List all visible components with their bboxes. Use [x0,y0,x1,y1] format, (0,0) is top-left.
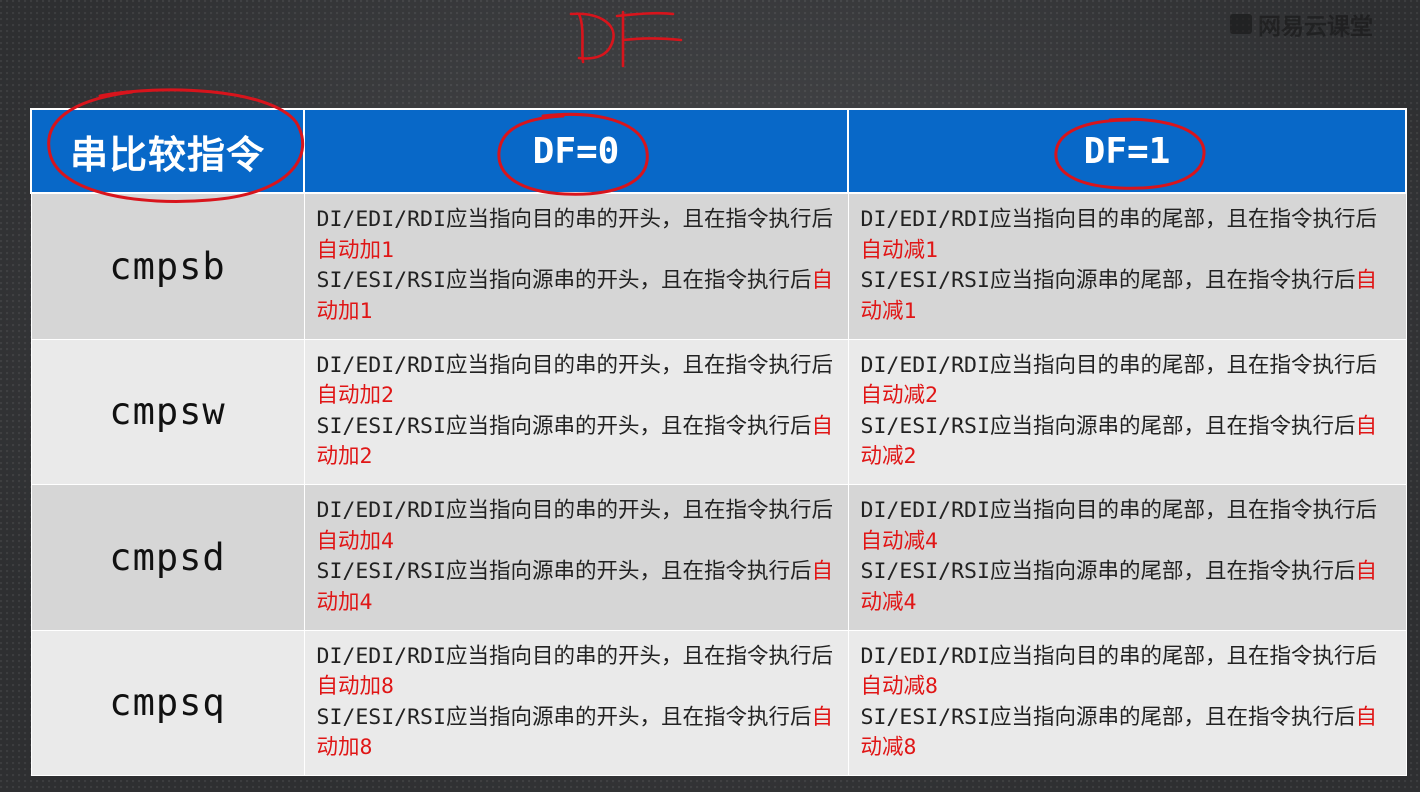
si-text: SI/ESI/RSI应当指向源串的开头，且在指令执行后 [316,413,812,439]
si-text: SI/ESI/RSI应当指向源串的开头，且在指令执行后 [316,268,812,294]
string-compare-table: 串比较指令 DF=0 DF=1 cmpsb DI/EDI/RDI应当指向目的串的… [30,108,1407,776]
watermark: 网易云课堂 [1230,8,1420,40]
di-action: 自动减8 [860,674,938,700]
handwritten-df-annotation: DF [569,10,683,68]
si-text: SI/ESI/RSI应当指向源串的尾部，且在指令执行后 [860,704,1356,730]
df1-description: DI/EDI/RDI应当指向目的串的尾部，且在指令执行后自动减1 SI/ESI/… [847,192,1407,340]
si-text: SI/ESI/RSI应当指向源串的尾部，且在指令执行后 [860,268,1356,294]
di-action: 自动加1 [316,237,394,263]
df1-description: DI/EDI/RDI应当指向目的串的尾部，且在指令执行后自动减8 SI/ESI/… [847,629,1407,776]
df0-description: DI/EDI/RDI应当指向目的串的开头，且在指令执行后自动加1 SI/ESI/… [303,192,849,340]
di-action: 自动减2 [860,383,938,409]
df0-description: DI/EDI/RDI应当指向目的串的开头，且在指令执行后自动加4 SI/ESI/… [303,484,849,631]
di-text: DI/EDI/RDI应当指向目的串的开头，且在指令执行后 [316,207,833,233]
di-text: DI/EDI/RDI应当指向目的串的开头，且在指令执行后 [316,352,833,378]
netease-logo-icon [1230,14,1252,34]
instruction-cell: cmpsb [30,192,305,340]
di-text: DI/EDI/RDI应当指向目的串的尾部，且在指令执行后 [860,352,1377,378]
df1-description: DI/EDI/RDI应当指向目的串的尾部，且在指令执行后自动减2 SI/ESI/… [847,338,1407,486]
di-text: DI/EDI/RDI应当指向目的串的尾部，且在指令执行后 [860,207,1377,233]
di-action: 自动加2 [316,383,394,409]
di-text: DI/EDI/RDI应当指向目的串的尾部，且在指令执行后 [860,643,1377,669]
header-row: 串比较指令 DF=0 DF=1 [30,108,1407,194]
di-action: 自动减4 [860,528,938,554]
si-text: SI/ESI/RSI应当指向源串的尾部，且在指令执行后 [860,413,1356,439]
header-df0: DF=0 [303,108,849,194]
instruction-cell: cmpsw [30,338,305,486]
header-df1: DF=1 [847,108,1407,194]
df0-description: DI/EDI/RDI应当指向目的串的开头，且在指令执行后自动加2 SI/ESI/… [303,338,849,486]
di-text: DI/EDI/RDI应当指向目的串的开头，且在指令执行后 [316,643,833,669]
df1-description: DI/EDI/RDI应当指向目的串的尾部，且在指令执行后自动减4 SI/ESI/… [847,484,1407,631]
table-row: cmpsq DI/EDI/RDI应当指向目的串的开头，且在指令执行后自动加8 S… [30,629,1407,776]
header-instruction: 串比较指令 [30,108,305,194]
di-text: DI/EDI/RDI应当指向目的串的开头，且在指令执行后 [316,498,833,524]
si-text: SI/ESI/RSI应当指向源串的开头，且在指令执行后 [316,559,812,585]
di-action: 自动减1 [860,237,938,263]
watermark-text: 网易云课堂 [1258,14,1373,40]
di-text: DI/EDI/RDI应当指向目的串的尾部，且在指令执行后 [860,498,1377,524]
table-row: cmpsw DI/EDI/RDI应当指向目的串的开头，且在指令执行后自动加2 S… [30,338,1407,486]
table-row: cmpsb DI/EDI/RDI应当指向目的串的开头，且在指令执行后自动加1 S… [30,192,1407,340]
si-text: SI/ESI/RSI应当指向源串的尾部，且在指令执行后 [860,559,1356,585]
instruction-cell: cmpsq [30,629,305,776]
instruction-cell: cmpsd [30,484,305,631]
di-action: 自动加8 [316,674,394,700]
table-row: cmpsd DI/EDI/RDI应当指向目的串的开头，且在指令执行后自动加4 S… [30,484,1407,631]
df0-description: DI/EDI/RDI应当指向目的串的开头，且在指令执行后自动加8 SI/ESI/… [303,629,849,776]
si-text: SI/ESI/RSI应当指向源串的开头，且在指令执行后 [316,704,812,730]
di-action: 自动加4 [316,528,394,554]
